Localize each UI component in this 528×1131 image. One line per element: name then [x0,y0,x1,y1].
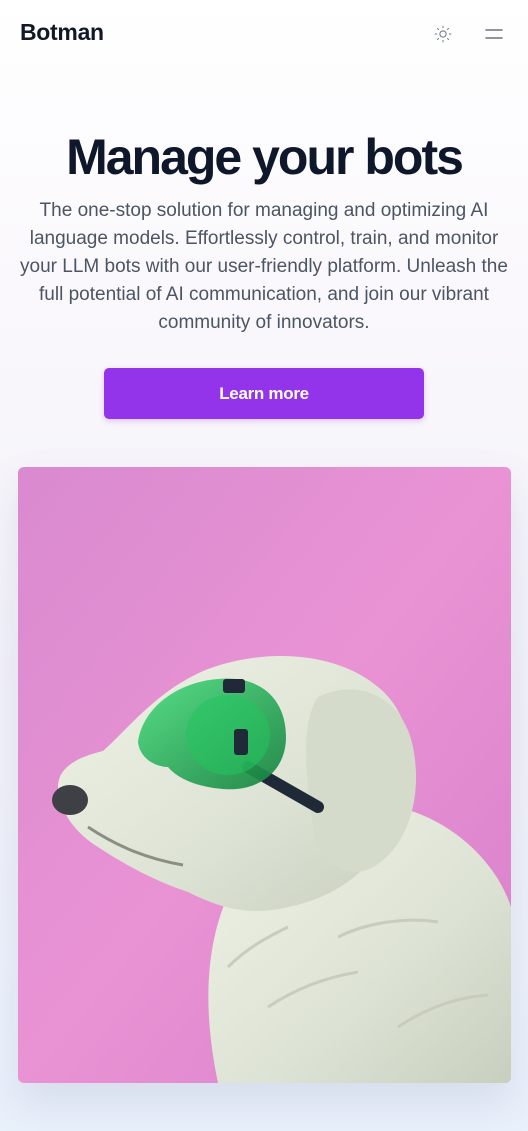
hero-image [18,467,511,1083]
theme-toggle-button[interactable] [431,22,455,46]
brand-logo[interactable]: Botman [20,19,104,46]
hero-description: The one-stop solution for managing and o… [20,200,508,333]
dog-with-goggles-illustration [18,467,511,1083]
learn-more-button[interactable]: Learn more [104,368,424,419]
hero-title: Manage your bots [66,129,464,185]
hamburger-menu-icon [485,29,503,39]
site-header: Botman [0,0,528,68]
sun-icon [434,25,452,43]
menu-button[interactable] [482,22,506,46]
